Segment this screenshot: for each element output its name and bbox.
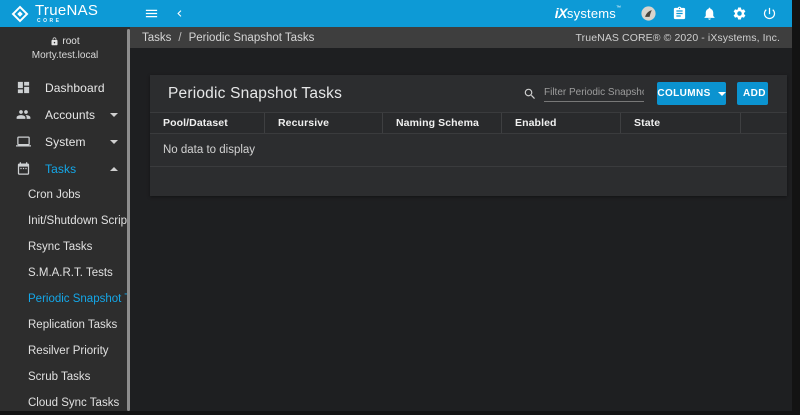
topbar-actions: iXsystems™ (555, 5, 792, 23)
people-icon (16, 107, 31, 122)
sidebar-item-label: Accounts (45, 108, 95, 122)
table-header: Pool/Dataset Recursive Naming Schema Ena… (150, 112, 787, 134)
column-header-state[interactable]: State (621, 113, 741, 133)
sidebar-item-label: Dashboard (45, 81, 105, 95)
add-button[interactable]: ADD (737, 82, 768, 105)
sidebar-item-dashboard[interactable]: Dashboard (0, 74, 130, 101)
sidebar-item-init-shutdown-scripts[interactable]: Init/Shutdown Scripts (0, 208, 130, 234)
brand-name: TrueNAS (35, 3, 98, 18)
breadcrumb-separator: / (178, 32, 181, 44)
copyright-text: TrueNAS CORE® © 2020 - iXsystems, Inc. (576, 32, 780, 44)
sidebar-item-scrub-tasks[interactable]: Scrub Tasks (0, 364, 130, 390)
laptop-icon (16, 134, 31, 149)
column-header-recursive[interactable]: Recursive (265, 113, 383, 133)
chevron-down-icon (110, 140, 118, 144)
brand-edition: CORE (37, 19, 98, 24)
breadcrumb-page: Periodic Snapshot Tasks (189, 32, 315, 44)
columns-button[interactable]: COLUMNS (657, 82, 726, 105)
dropdown-arrow-icon (718, 92, 726, 96)
search-icon (523, 87, 537, 101)
chevron-down-icon (110, 113, 118, 117)
periodic-snapshot-tasks-card: Periodic Snapshot Tasks COLUMNS ADD Pool… (150, 75, 787, 196)
brand-text: TrueNAS CORE (35, 3, 98, 24)
vertical-scrollbar[interactable] (792, 0, 800, 415)
card-header: Periodic Snapshot Tasks COLUMNS ADD (150, 75, 787, 112)
column-header-naming-schema[interactable]: Naming Schema (383, 113, 502, 133)
breadcrumb-bar: Tasks / Periodic Snapshot Tasks TrueNAS … (130, 27, 792, 48)
notifications-icon[interactable] (702, 6, 717, 21)
sidebar-item-system[interactable]: System (0, 128, 130, 155)
main-content: Periodic Snapshot Tasks COLUMNS ADD Pool… (130, 48, 792, 411)
truecommand-icon[interactable] (640, 5, 657, 22)
hostname: Morty.test.local (0, 50, 130, 61)
columns-button-label: COLUMNS (657, 88, 710, 99)
topbar: TrueNAS CORE iXsystems™ (0, 0, 792, 27)
card-footer (150, 167, 787, 196)
column-header-enabled[interactable]: Enabled (502, 113, 621, 133)
truenas-logo: TrueNAS CORE (0, 3, 130, 24)
sidebar-item-replication-tasks[interactable]: Replication Tasks (0, 312, 130, 338)
calendar-icon (16, 161, 31, 176)
sidebar-nav: Dashboard Accounts System Tasks Cron Job… (0, 74, 130, 415)
sidebar-item-resilver-priority[interactable]: Resilver Priority (0, 338, 130, 364)
sidebar-item-label: System (45, 135, 86, 149)
sidebar-item-accounts[interactable]: Accounts (0, 101, 130, 128)
filter-group: COLUMNS ADD (523, 82, 787, 105)
ixsystems-logo: iXsystems™ (555, 5, 621, 23)
sidebar: root Morty.test.local Dashboard Accounts… (0, 27, 130, 415)
empty-table-message: No data to display (150, 134, 787, 167)
sidebar-scrollbar[interactable] (127, 29, 130, 411)
truenas-app: TrueNAS CORE iXsystems™ (0, 0, 800, 415)
sidebar-item-periodic-snapshot-tasks[interactable]: Periodic Snapshot Tasks (0, 286, 130, 312)
lock-icon (50, 37, 59, 46)
task-manager-icon[interactable] (672, 6, 687, 21)
settings-icon[interactable] (732, 6, 747, 21)
power-icon[interactable] (762, 6, 777, 21)
column-header-actions-spacer (741, 113, 787, 133)
sidebar-item-label: Tasks (45, 162, 76, 176)
breadcrumb-section[interactable]: Tasks (142, 32, 171, 44)
dashboard-icon (16, 80, 31, 95)
sidebar-item-cron-jobs[interactable]: Cron Jobs (0, 182, 130, 208)
chevron-up-icon (110, 167, 118, 171)
sidebar-item-smart-tests[interactable]: S.M.A.R.T. Tests (0, 260, 130, 286)
truenas-logo-icon (11, 5, 29, 23)
user-block: root Morty.test.local (0, 27, 130, 61)
sidebar-item-tasks[interactable]: Tasks (0, 155, 130, 182)
horizontal-scrollbar[interactable] (0, 411, 792, 415)
back-icon[interactable] (173, 7, 186, 20)
page-title: Periodic Snapshot Tasks (168, 85, 342, 103)
menu-icon[interactable] (144, 6, 159, 21)
sidebar-item-rsync-tasks[interactable]: Rsync Tasks (0, 234, 130, 260)
column-header-pool-dataset[interactable]: Pool/Dataset (150, 113, 265, 133)
filter-input[interactable] (544, 85, 644, 102)
user-name-row: root (0, 36, 130, 47)
username: root (62, 36, 79, 47)
